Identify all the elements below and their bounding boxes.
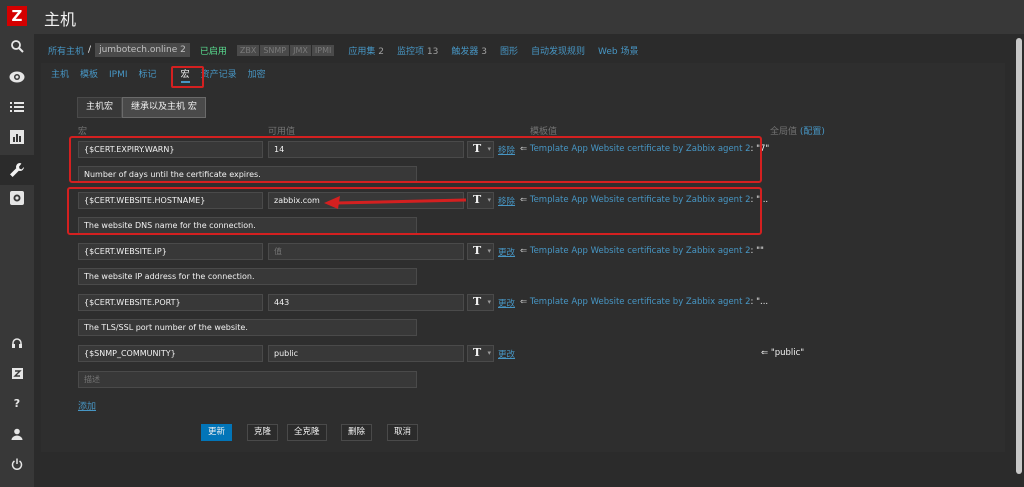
zabbix-logo[interactable]: Z [7, 6, 27, 26]
macro-name-field[interactable]: {$SNMP_COMMUNITY} [78, 345, 263, 362]
macro-description-field[interactable]: 描述 [78, 371, 417, 388]
value-type-select[interactable]: T [467, 294, 494, 311]
page-title: 主机 [44, 10, 77, 29]
tab-ipmi[interactable]: IPMI [109, 67, 128, 83]
update-button[interactable]: 更新 [201, 424, 233, 441]
full-clone-button[interactable]: 全克隆 [287, 424, 327, 441]
macro-value-field[interactable]: public [268, 345, 464, 362]
annotation-box-macros-tab [171, 66, 204, 88]
breadcrumb-separator: / [88, 45, 92, 55]
change-link[interactable]: 更改 [498, 348, 515, 360]
clone-button[interactable]: 克隆 [247, 424, 279, 441]
annotation-box-expiry-row [69, 136, 762, 183]
template-link[interactable]: Template App Website certificate by Zabb… [530, 297, 751, 307]
link-applications[interactable]: 应用集 2 [348, 44, 384, 57]
left-sidebar: Z ? [0, 0, 34, 487]
global-value: ⇐ "public" [761, 348, 805, 358]
link-triggers[interactable]: 触发器 3 [451, 44, 487, 57]
link-web-scenarios[interactable]: Web 场景 [598, 44, 638, 57]
host-navigation: 所有主机 / jumbotech.online 2 已启用 ZBX SNMP J… [41, 40, 1005, 60]
share-z-icon[interactable] [7, 363, 27, 383]
macro-name-field[interactable]: {$CERT.WEBSITE.PORT} [78, 294, 263, 311]
delete-button[interactable]: 删除 [341, 424, 373, 441]
scrollbar-thumb[interactable] [1016, 38, 1022, 474]
search-icon[interactable] [7, 36, 27, 56]
tab-tags[interactable]: 标记 [139, 67, 157, 83]
breadcrumb-all-hosts[interactable]: 所有主机 [48, 44, 84, 57]
availability-zbx: ZBX [236, 44, 260, 56]
availability-jmx: JMX [290, 44, 311, 56]
template-value: ⇐ Template App Website certificate by Za… [520, 246, 764, 256]
vertical-scrollbar[interactable] [1012, 34, 1024, 487]
reports-chart-icon[interactable] [7, 127, 27, 147]
link-items[interactable]: 监控项 13 [397, 44, 438, 57]
page-header: 主机 [34, 0, 1024, 34]
tab-host[interactable]: 主机 [51, 67, 69, 83]
inventory-list-icon[interactable] [7, 97, 27, 117]
logout-power-icon[interactable] [7, 454, 27, 474]
administration-gear-icon[interactable] [7, 188, 27, 208]
availability-badges: ZBX SNMP JMX IPMI [236, 44, 335, 56]
link-graphs[interactable]: 图形 [500, 44, 518, 57]
value-type-select[interactable]: T [467, 345, 494, 362]
macro-description-field[interactable]: The TLS/SSL port number of the website. [78, 319, 417, 336]
host-status-enabled[interactable]: 已启用 [200, 44, 227, 57]
user-icon[interactable] [7, 424, 27, 444]
change-link[interactable]: 更改 [498, 297, 515, 309]
link-discovery-rules[interactable]: 自动发现规则 [531, 44, 585, 57]
breadcrumb-current-host[interactable]: jumbotech.online 2 [95, 43, 190, 57]
toggle-host-macros[interactable]: 主机宏 [77, 97, 123, 118]
column-header-global-value: 全局值 (配置) [770, 127, 825, 137]
macro-name-field[interactable]: {$CERT.WEBSITE.IP} [78, 243, 263, 260]
tab-inventory[interactable]: 资产记录 [201, 67, 237, 83]
change-link[interactable]: 更改 [498, 246, 515, 258]
annotation-arrow [324, 196, 467, 209]
macro-value-field[interactable]: 443 [268, 294, 464, 311]
tab-templates[interactable]: 模板 [80, 67, 98, 83]
macro-mode-toggle: 主机宏 继承以及主机 宏 [77, 97, 206, 118]
macro-value-field[interactable]: 值 [268, 243, 464, 260]
host-tabs: 主机 模板 IPMI 标记 宏 资产记录 加密 [51, 67, 277, 83]
value-type-select[interactable]: T [467, 243, 494, 260]
configuration-wrench-icon[interactable] [0, 155, 34, 185]
template-value: ⇐ Template App Website certificate by Za… [520, 297, 769, 307]
availability-snmp: SNMP [260, 44, 290, 56]
monitoring-eye-icon[interactable] [7, 67, 27, 87]
template-link[interactable]: Template App Website certificate by Zabb… [530, 246, 751, 256]
add-macro-link[interactable]: 添加 [78, 399, 96, 412]
macro-description-field[interactable]: The website IP address for the connectio… [78, 268, 417, 285]
help-icon[interactable]: ? [7, 393, 27, 413]
global-config-link[interactable]: (配置) [800, 127, 825, 137]
cancel-button[interactable]: 取消 [387, 424, 419, 441]
availability-ipmi: IPMI [311, 44, 335, 56]
tab-encryption[interactable]: 加密 [248, 67, 266, 83]
toggle-inherited-macros[interactable]: 继承以及主机 宏 [122, 97, 206, 118]
support-headset-icon[interactable] [7, 333, 27, 353]
